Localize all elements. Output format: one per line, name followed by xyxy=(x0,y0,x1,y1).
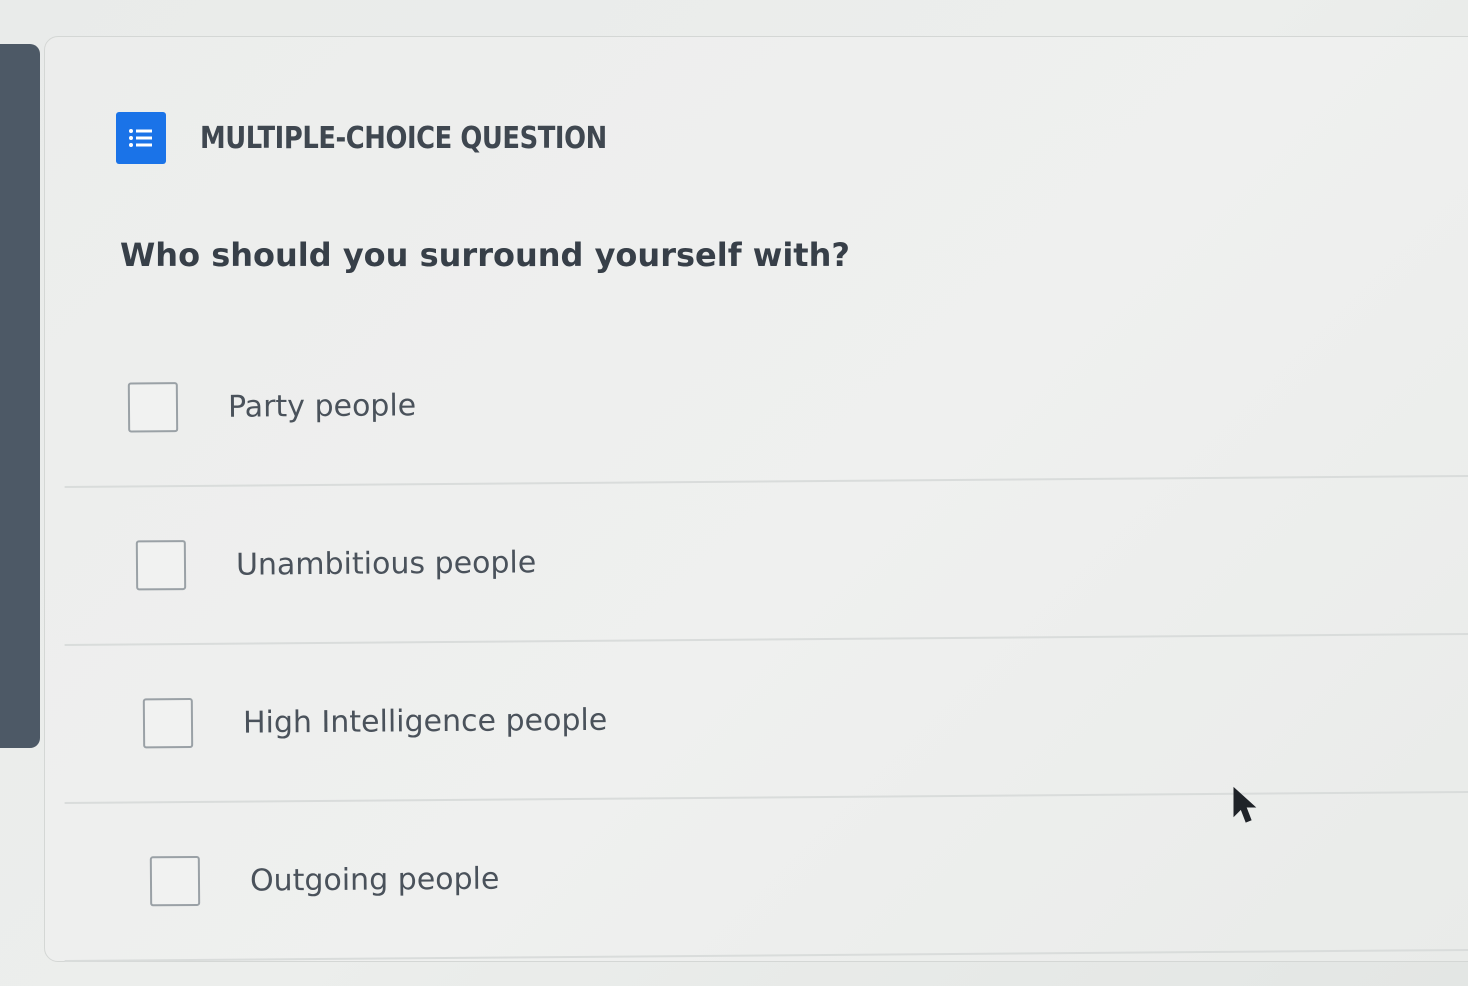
option-label: Party people xyxy=(227,387,417,425)
option-label: Unambitious people xyxy=(235,544,537,583)
question-type-header: MULTIPLE-CHOICE QUESTION xyxy=(116,112,673,164)
option-high-intelligence-people[interactable]: High Intelligence people xyxy=(63,634,1468,804)
option-unambitious-people[interactable]: Unambitious people xyxy=(63,476,1468,646)
list-icon xyxy=(116,112,166,164)
checkbox[interactable] xyxy=(135,540,187,591)
checkbox[interactable] xyxy=(127,382,179,433)
mouse-pointer-icon xyxy=(1232,786,1258,826)
checkbox[interactable] xyxy=(149,855,201,907)
checkbox[interactable] xyxy=(142,697,194,749)
option-party-people[interactable]: Party people xyxy=(63,318,1468,488)
left-panel-edge xyxy=(0,44,40,748)
question-type-label: MULTIPLE-CHOICE QUESTION xyxy=(200,120,607,156)
option-label: Outgoing people xyxy=(249,861,500,899)
options-list: Party people Unambitious people High Int… xyxy=(63,318,1468,962)
option-label: High Intelligence people xyxy=(242,702,608,741)
question-text: Who should you surround yourself with? xyxy=(120,236,850,274)
